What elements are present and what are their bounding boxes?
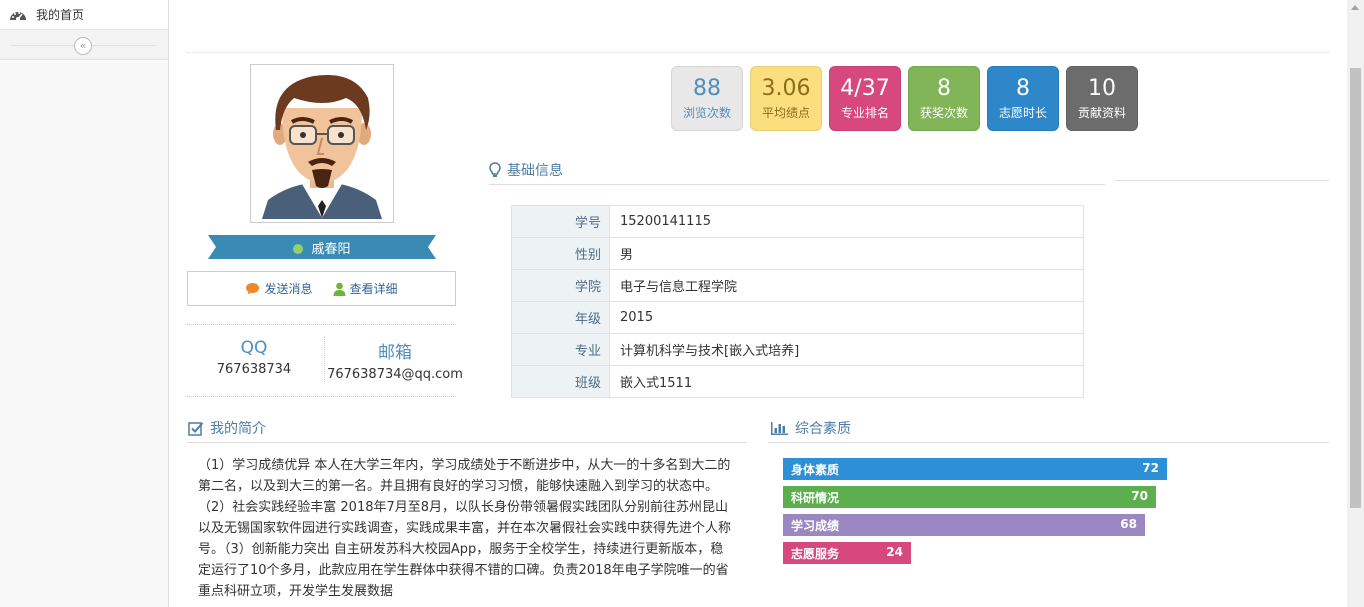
user-icon	[333, 282, 345, 296]
stat-label: 获奖次数	[919, 106, 968, 120]
checkbox-icon	[188, 421, 204, 436]
info-value: 男	[609, 237, 1084, 270]
intro-header: 我的简介	[188, 418, 266, 438]
avatar-image	[254, 68, 390, 219]
info-value: 电子与信息工程学院	[609, 269, 1084, 302]
quality-bar-label: 志愿服务	[791, 547, 840, 561]
info-value: 15200141115	[609, 205, 1084, 238]
info-key: 学院	[511, 269, 610, 302]
view-details-label: 查看详细	[349, 282, 398, 296]
stat-tile[interactable]: 8 获奖次数	[908, 66, 980, 131]
dashboard-icon	[10, 11, 26, 21]
email-title: 邮箱	[378, 343, 412, 363]
stat-label: 贡献资料	[1077, 106, 1126, 120]
stat-label: 平均绩点	[761, 106, 810, 120]
section-divider	[187, 442, 747, 443]
table-row: 专业 计算机科学与技术[嵌入式培养]	[511, 333, 1084, 366]
intro-text: （1）学习成绩优异 本人在大学三年内，学习成绩处于不断进步中，从大一的十多名到大…	[198, 458, 732, 599]
stat-value: 8	[937, 76, 951, 101]
stat-label: 专业排名	[840, 106, 889, 120]
stat-tile[interactable]: 4/37 专业排名	[829, 66, 901, 131]
info-value: 计算机科学与技术[嵌入式培养]	[609, 333, 1084, 366]
stat-value: 3.06	[761, 76, 811, 101]
sidebar-item-label: 我的首页	[36, 8, 85, 22]
vertical-scrollbar[interactable]	[1347, 0, 1364, 607]
info-value: 嵌入式1511	[609, 365, 1084, 398]
send-message-button[interactable]: 发送消息	[245, 280, 313, 297]
top-divider	[187, 52, 1329, 53]
scroll-thumb[interactable]	[1350, 68, 1361, 508]
quality-bar-label: 身体素质	[791, 463, 840, 477]
online-status-dot	[293, 244, 304, 254]
basic-info-header: 基础信息	[489, 160, 563, 180]
stat-tile[interactable]: 88 浏览次数	[671, 66, 743, 131]
contact-email: 邮箱 767638734@qq.com	[326, 338, 464, 382]
divider	[187, 324, 456, 325]
scroll-up-arrow-icon[interactable]	[1351, 5, 1359, 10]
table-row: 班级 嵌入式1511	[511, 365, 1084, 398]
sidebar: 我的首页 «	[0, 0, 169, 607]
stat-value: 8	[1016, 76, 1030, 101]
qq-value: 767638734	[216, 362, 292, 377]
stat-tile[interactable]: 10 贡献资料	[1066, 66, 1138, 131]
quality-bar-value: 72	[1142, 461, 1159, 475]
bar-chart-icon	[771, 421, 788, 435]
sidebar-item-home[interactable]: 我的首页	[0, 0, 168, 30]
contact-qq: QQ 767638734	[187, 338, 321, 377]
info-key: 专业	[511, 333, 610, 366]
quality-bar-label: 科研情况	[791, 491, 840, 505]
quality-bar: 学习成绩 68	[783, 514, 1145, 536]
send-message-label: 发送消息	[264, 282, 313, 296]
profile-name: 戚春阳	[311, 242, 351, 257]
name-ribbon: 戚春阳	[208, 235, 436, 259]
qq-title: QQ	[240, 338, 268, 358]
info-key: 性别	[511, 237, 610, 270]
sidebar-collapse-row: «	[0, 30, 168, 60]
collapse-sidebar-button[interactable]: «	[74, 37, 92, 55]
intro-title: 我的简介	[210, 421, 266, 437]
stat-value: 4/37	[840, 76, 890, 101]
comment-icon	[246, 283, 260, 295]
quality-bar-value: 70	[1131, 489, 1148, 503]
email-value: 767638734@qq.com	[327, 367, 463, 382]
divider	[187, 396, 456, 397]
table-row: 年级 2015	[511, 301, 1084, 334]
contact-separator	[324, 336, 325, 382]
stat-value: 88	[693, 76, 721, 101]
info-key: 学号	[511, 205, 610, 238]
quality-bar: 身体素质 72	[783, 458, 1167, 480]
stat-label: 浏览次数	[682, 106, 731, 120]
info-key: 班级	[511, 365, 610, 398]
basic-info-table: 学号 15200141115 性别男学院 电子与信息工程学院 年级 2015 专业 计算机科学…	[511, 205, 1084, 398]
stat-tile[interactable]: 8 志愿时长	[987, 66, 1059, 131]
section-divider	[768, 442, 1329, 443]
stat-label: 志愿时长	[998, 106, 1047, 120]
table-row: 学院 电子与信息工程学院	[511, 269, 1084, 302]
quality-bar-label: 学习成绩	[791, 519, 840, 533]
quality-bar: 志愿服务 24	[783, 542, 911, 564]
stats-row: 88 浏览次数 3.06 平均绩点 4/37 专业排名 8 获奖次数 8 志愿时长 10 贡献资料	[671, 66, 1138, 131]
quality-bar: 科研情况 70	[783, 486, 1156, 508]
table-row: 性别男	[511, 237, 1084, 270]
quality-bar-value: 24	[886, 545, 903, 559]
stat-value: 10	[1088, 76, 1116, 101]
quality-header: 综合素质	[770, 418, 851, 438]
quality-bars: 身体素质 72 科研情况 70 学习成绩 68 志愿服务 24	[783, 458, 1167, 570]
info-value: 2015	[609, 301, 1084, 334]
quality-title: 综合素质	[795, 421, 851, 437]
section-divider	[489, 184, 1105, 185]
basic-info-title: 基础信息	[507, 163, 563, 179]
lightbulb-icon	[489, 162, 501, 177]
profile-actions: 发送消息 查看详细	[187, 271, 456, 306]
section-divider	[1115, 180, 1329, 181]
avatar	[250, 64, 394, 223]
view-details-button[interactable]: 查看详细	[333, 280, 398, 297]
table-row: 学号 15200141115	[511, 205, 1084, 238]
quality-bar-value: 68	[1120, 517, 1137, 531]
info-key: 年级	[511, 301, 610, 334]
stat-tile[interactable]: 3.06 平均绩点	[750, 66, 822, 131]
